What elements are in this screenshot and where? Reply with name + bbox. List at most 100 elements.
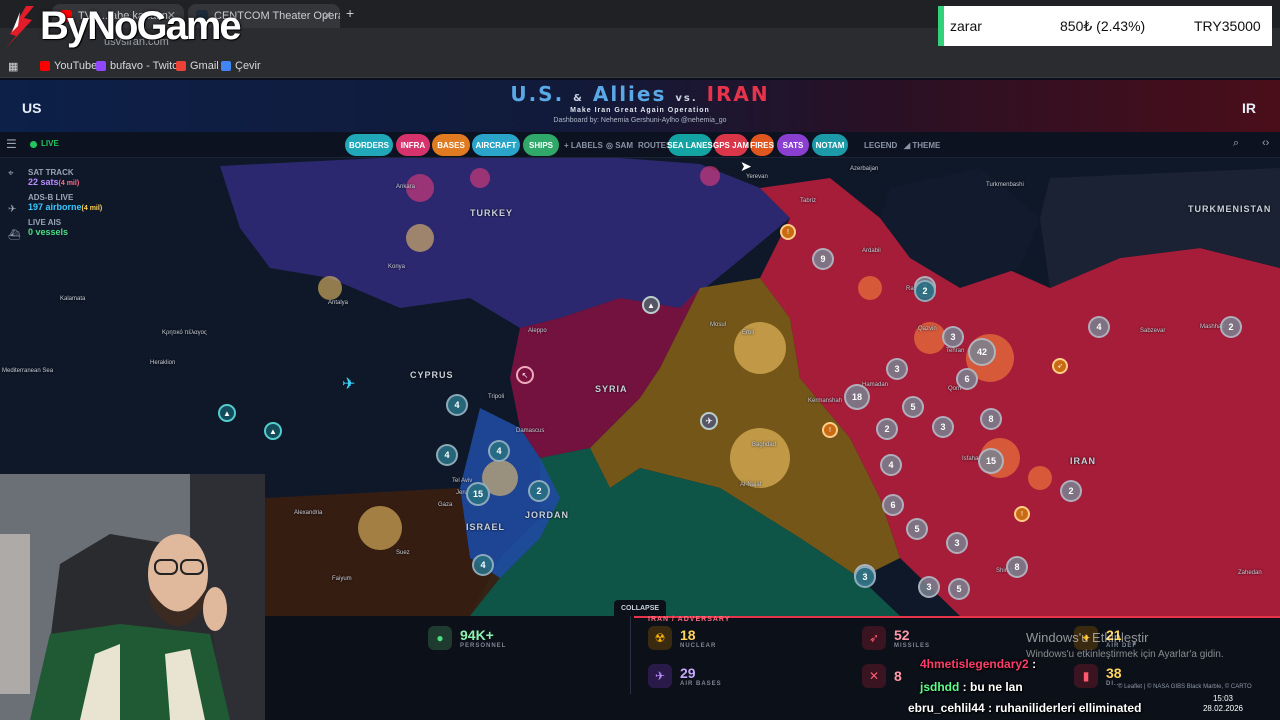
page-title: U.S. & Allies vs. IRAN bbox=[0, 82, 1280, 106]
menu-icon[interactable]: ☰ bbox=[6, 137, 17, 151]
missile-marker-icon[interactable]: ↖ bbox=[516, 366, 534, 384]
fire-marker-icon[interactable]: ! bbox=[822, 422, 838, 438]
bookmark-youtube[interactable]: YouTube bbox=[40, 60, 97, 72]
cluster-marker[interactable]: 3 bbox=[854, 566, 876, 588]
fire-marker-icon[interactable]: ! bbox=[780, 224, 796, 240]
toggle-bases[interactable]: BASES bbox=[432, 134, 470, 156]
search-icon[interactable]: ⌕ bbox=[1233, 137, 1239, 150]
personnel-value: 94K+ bbox=[460, 627, 494, 643]
cluster-marker[interactable]: 6 bbox=[882, 494, 904, 516]
bookmarks-bar: ▦ YouTube bufavo - Twitch Gmail Çevir bbox=[0, 56, 1280, 78]
cluster-marker[interactable]: 3 bbox=[946, 532, 968, 554]
cluster-marker[interactable]: 3 bbox=[886, 358, 908, 380]
cluster-marker[interactable]: 9 bbox=[812, 248, 834, 270]
missile-icon: ➶ bbox=[862, 626, 886, 650]
chat-user: 4hmetislegendary2 bbox=[920, 657, 1029, 671]
toggle-notam[interactable]: NOTAM bbox=[812, 134, 848, 156]
toggle-theme[interactable]: ◢ THEME bbox=[904, 134, 940, 156]
windows-activation-subtitle: Windows'u etkinleştirmek için Ayarlar'a … bbox=[1026, 649, 1224, 660]
ship-marker-icon[interactable]: ▲ bbox=[264, 422, 282, 440]
translate-icon bbox=[221, 61, 231, 71]
live-feed-panel: SAT TRACK 22 sats(4 mil) ADS-B LIVE 197 … bbox=[8, 168, 138, 241]
cluster-marker[interactable]: 42 bbox=[968, 338, 996, 366]
city-label: Azerbaijan bbox=[850, 166, 879, 172]
cluster-marker[interactable]: 4 bbox=[488, 440, 510, 462]
title-us: U.S. bbox=[510, 82, 565, 106]
stock-ticker: zarar 850₺ (2.43%) TRY35000 bbox=[938, 6, 1272, 46]
map-attribution: © Leaflet | © NASA GIBS Black Marble, © … bbox=[1118, 684, 1252, 690]
city-label: Erbil bbox=[742, 330, 755, 336]
bookmark-label: YouTube bbox=[54, 60, 98, 72]
cluster-marker[interactable]: 6 bbox=[956, 368, 978, 390]
cluster-marker[interactable]: 2 bbox=[528, 480, 550, 502]
bookmark-translate[interactable]: Çevir bbox=[221, 60, 261, 72]
cluster-marker[interactable]: 2 bbox=[1220, 316, 1242, 338]
country-label-syria: SYRIA bbox=[595, 384, 628, 394]
drones-stat: ▮ 38 DI... bbox=[1074, 664, 1122, 688]
chat-message: jsdhdd : bu ne lan bbox=[920, 680, 1023, 694]
new-tab-button[interactable]: + bbox=[346, 5, 354, 21]
title-iran: IRAN bbox=[706, 82, 770, 106]
city-label: Tehran bbox=[946, 348, 965, 354]
toggle-gps-jam[interactable]: GPS JAM bbox=[713, 134, 749, 156]
taskbar-clock[interactable]: 15:03 28.02.2026 bbox=[1196, 694, 1250, 714]
toggle-labels[interactable]: + LABELS bbox=[564, 134, 603, 156]
toggle-ships[interactable]: SHIPS bbox=[523, 134, 559, 156]
nuclear-icon: ☢ bbox=[648, 626, 672, 650]
ticker-total: TRY35000 bbox=[1194, 18, 1261, 34]
toggle-sats[interactable]: SATS bbox=[777, 134, 809, 156]
city-label: Ardabil bbox=[862, 248, 881, 254]
collapse-button[interactable]: COLLAPSE bbox=[614, 600, 666, 616]
code-icon[interactable]: ‹› bbox=[1262, 137, 1269, 149]
cluster-marker[interactable]: 3 bbox=[932, 416, 954, 438]
ship-marker-icon[interactable]: ▲ bbox=[642, 296, 660, 314]
ship-marker-icon[interactable]: ▲ bbox=[218, 404, 236, 422]
iran-adversary-header: IRAN / ADVERSARY bbox=[648, 616, 731, 623]
cluster-marker[interactable]: 4 bbox=[880, 454, 902, 476]
bookmark-label: Çevir bbox=[235, 60, 261, 72]
adsb-note: (4 mil) bbox=[81, 205, 103, 212]
chat-message: ebru_cehlil44 : ruhaniliderleri ellimina… bbox=[908, 701, 1141, 715]
toggle-fires[interactable]: FIRES bbox=[750, 134, 774, 156]
city-label: Konya bbox=[388, 264, 406, 270]
cluster-marker[interactable]: 3 bbox=[942, 326, 964, 348]
cluster-marker[interactable]: 8 bbox=[1006, 556, 1028, 578]
city-label: Alexandria bbox=[294, 510, 323, 516]
cluster-marker[interactable]: 4 bbox=[472, 554, 494, 576]
toggle-aircraft[interactable]: AIRCRAFT bbox=[472, 134, 520, 156]
cluster-marker[interactable]: 15 bbox=[466, 482, 490, 506]
aircraft-icon[interactable]: ✈ bbox=[342, 374, 355, 394]
cluster-marker[interactable]: 4 bbox=[446, 394, 468, 416]
city-label: Antalya bbox=[328, 300, 349, 306]
toggle-borders[interactable]: BORDERS bbox=[345, 134, 393, 156]
bookmark-gmail[interactable]: Gmail bbox=[176, 60, 219, 72]
city-label: Al-Najaf bbox=[740, 482, 762, 488]
city-label: Tel Aviv bbox=[452, 478, 473, 484]
cluster-marker[interactable]: 5 bbox=[948, 578, 970, 600]
cluster-marker[interactable]: 8 bbox=[980, 408, 1002, 430]
close-tab-icon[interactable]: ✕ bbox=[323, 9, 332, 22]
cluster-marker[interactable]: 4 bbox=[436, 444, 458, 466]
aircraft-marker-icon[interactable]: ✈ bbox=[700, 412, 718, 430]
airbases-value: 29 bbox=[680, 665, 696, 681]
city-label: Damascus bbox=[516, 428, 545, 434]
toggle-sam[interactable]: ◎ SAM bbox=[606, 134, 633, 156]
sat-track-title: SAT TRACK bbox=[28, 168, 74, 177]
bookmark-twitch[interactable]: bufavo - Twitch bbox=[96, 60, 184, 72]
toggle-sea-lanes[interactable]: SEA LANES bbox=[667, 134, 713, 156]
cluster-marker[interactable]: 2 bbox=[914, 280, 936, 302]
missile-marker-icon[interactable]: ➶ bbox=[1052, 358, 1068, 374]
apps-grid-icon[interactable]: ▦ bbox=[8, 60, 18, 73]
toggle-legend[interactable]: LEGEND bbox=[864, 134, 897, 156]
cluster-marker[interactable]: 4 bbox=[1088, 316, 1110, 338]
cluster-marker[interactable]: 3 bbox=[918, 576, 940, 598]
toggle-infra[interactable]: INFRA bbox=[396, 134, 430, 156]
nuclear-stat: ☢ 18 NUCLEAR bbox=[648, 626, 716, 650]
cluster-marker[interactable]: 18 bbox=[844, 384, 870, 410]
fire-marker-icon[interactable]: ! bbox=[1014, 506, 1030, 522]
cluster-marker[interactable]: 2 bbox=[1060, 480, 1082, 502]
cluster-marker[interactable]: 5 bbox=[902, 396, 924, 418]
cluster-marker[interactable]: 5 bbox=[906, 518, 928, 540]
cluster-marker[interactable]: 15 bbox=[978, 448, 1004, 474]
cluster-marker[interactable]: 2 bbox=[876, 418, 898, 440]
